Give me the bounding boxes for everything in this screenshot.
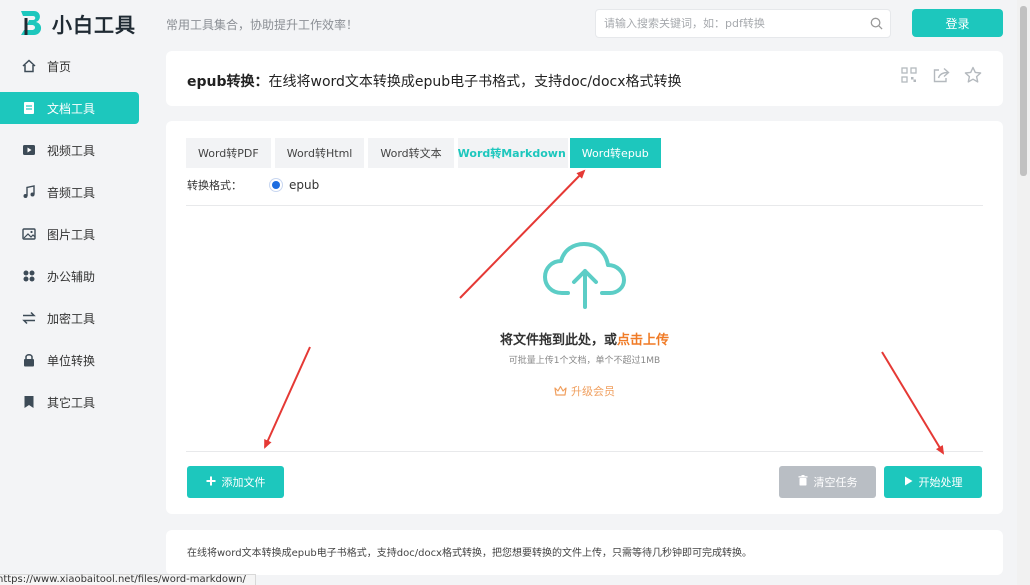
- play-icon: [904, 476, 913, 489]
- title-card: epub转换：在线将word文本转换成epub电子书格式，支持doc/docx格…: [166, 51, 1003, 106]
- clear-tasks-button[interactable]: 清空任务: [779, 466, 876, 498]
- start-label: 开始处理: [918, 476, 963, 489]
- sidebar-item-label: 办公辅助: [47, 269, 96, 284]
- tab-word-to-pdf[interactable]: Word转PDF: [186, 138, 271, 168]
- share-icon[interactable]: [931, 65, 951, 85]
- logo-text: 小白工具: [52, 12, 136, 37]
- sidebar-item-video-tools[interactable]: 视频工具: [0, 134, 139, 166]
- sidebar-item-label: 单位转换: [47, 353, 96, 368]
- image-icon: [22, 227, 36, 241]
- search-input[interactable]: [596, 10, 862, 37]
- add-file-button[interactable]: 添加文件: [187, 466, 284, 498]
- search-icon[interactable]: [862, 10, 890, 37]
- trash-icon: [798, 475, 808, 489]
- upgrade-label: 升级会员: [571, 385, 615, 398]
- sidebar-item-unit-conversion[interactable]: 单位转换: [0, 344, 139, 376]
- description-card: 在线将word文本转换成epub电子书格式，支持doc/docx格式转换，把您想…: [166, 530, 1003, 575]
- video-icon: [22, 143, 36, 157]
- plus-icon: [206, 476, 216, 489]
- bookmark-icon: [22, 395, 36, 409]
- format-radio[interactable]: [272, 181, 280, 189]
- page-title-bold: epub转换：: [187, 74, 269, 90]
- upload-title: 将文件拖到此处，或点击上传: [166, 329, 1003, 348]
- search-box: [595, 9, 891, 38]
- qrcode-icon[interactable]: [899, 65, 919, 85]
- sidebar-item-label: 图片工具: [47, 227, 96, 242]
- divider: [186, 451, 983, 452]
- tab-bar: Word转PDF Word转Html Word转文本 Word转Markdown…: [186, 138, 665, 168]
- sidebar-item-image-tools[interactable]: 图片工具: [0, 218, 139, 250]
- converter-card: Word转PDF Word转Html Word转文本 Word转Markdown…: [166, 121, 1003, 514]
- music-icon: [22, 185, 36, 199]
- sidebar-item-home[interactable]: 首页: [0, 50, 139, 82]
- start-process-button[interactable]: 开始处理: [884, 466, 982, 498]
- upload-cloud-icon[interactable]: [542, 241, 628, 311]
- document-icon: [22, 101, 36, 115]
- logo[interactable]: 小白工具: [18, 8, 136, 38]
- lock-icon: [22, 353, 36, 367]
- scrollbar[interactable]: [1017, 0, 1030, 585]
- sidebar-item-encryption-tools[interactable]: 加密工具: [0, 302, 139, 334]
- slogan: 常用工具集合，协助提升工作效率！: [166, 18, 359, 32]
- click-upload-link[interactable]: 点击上传: [617, 333, 669, 348]
- sidebar-item-office-tools[interactable]: 办公辅助: [0, 260, 139, 292]
- upgrade-link[interactable]: 升级会员: [166, 383, 1003, 399]
- status-url-text: https://www.xiaobaitool.net/files/word-m…: [0, 574, 246, 585]
- sidebar-item-label: 音频工具: [47, 185, 96, 200]
- upload-hint: 可批量上传1个文档，单个不超过1MB: [508, 356, 661, 366]
- sidebar-item-other-tools[interactable]: 其它工具: [0, 386, 139, 418]
- tab-word-to-text[interactable]: Word转文本: [368, 138, 454, 168]
- swap-icon: [22, 311, 36, 325]
- sidebar-item-label: 文档工具: [47, 101, 96, 116]
- star-icon[interactable]: [963, 65, 983, 85]
- format-option-epub[interactable]: epub: [289, 178, 319, 192]
- sidebar-item-audio-tools[interactable]: 音频工具: [0, 176, 139, 208]
- status-url: https://www.xiaobaitool.net/files/word-m…: [0, 574, 256, 585]
- add-file-label: 添加文件: [221, 476, 266, 489]
- description-text: 在线将word文本转换成epub电子书格式，支持doc/docx格式转换，把您想…: [187, 548, 752, 559]
- sidebar: 首页 文档工具 视频工具 音频工具 图片工具 办公辅助 加密工具 单位转换 其它…: [0, 50, 140, 428]
- tab-word-to-epub[interactable]: Word转epub: [569, 138, 661, 168]
- sidebar-item-label: 视频工具: [47, 143, 96, 158]
- title-actions: [899, 65, 983, 85]
- sidebar-item-label: 加密工具: [47, 311, 96, 326]
- tab-word-to-markdown[interactable]: Word转Markdown: [457, 138, 568, 168]
- upload-title-prefix: 将文件拖到此处，或: [499, 333, 617, 348]
- sidebar-item-label: 其它工具: [47, 395, 96, 410]
- grid-icon: [22, 269, 36, 283]
- sidebar-item-document-tools[interactable]: 文档工具: [0, 92, 139, 124]
- logo-icon: [18, 8, 48, 38]
- crown-icon: [554, 385, 567, 397]
- scrollbar-thumb[interactable]: [1020, 6, 1027, 176]
- page-title-rest: 在线将word文本转换成epub电子书格式，支持doc/docx格式转换: [268, 74, 682, 90]
- format-row: 转换格式： epub: [187, 177, 319, 193]
- home-icon: [22, 59, 36, 73]
- divider: [186, 205, 983, 206]
- format-label: 转换格式：: [187, 179, 242, 192]
- tab-word-to-html[interactable]: Word转Html: [274, 138, 365, 168]
- clear-tasks-label: 清空任务: [813, 476, 858, 489]
- page-title: epub转换：在线将word文本转换成epub电子书格式，支持doc/docx格…: [187, 71, 682, 91]
- sidebar-item-label: 首页: [47, 59, 72, 74]
- login-button[interactable]: 登录: [912, 9, 1003, 37]
